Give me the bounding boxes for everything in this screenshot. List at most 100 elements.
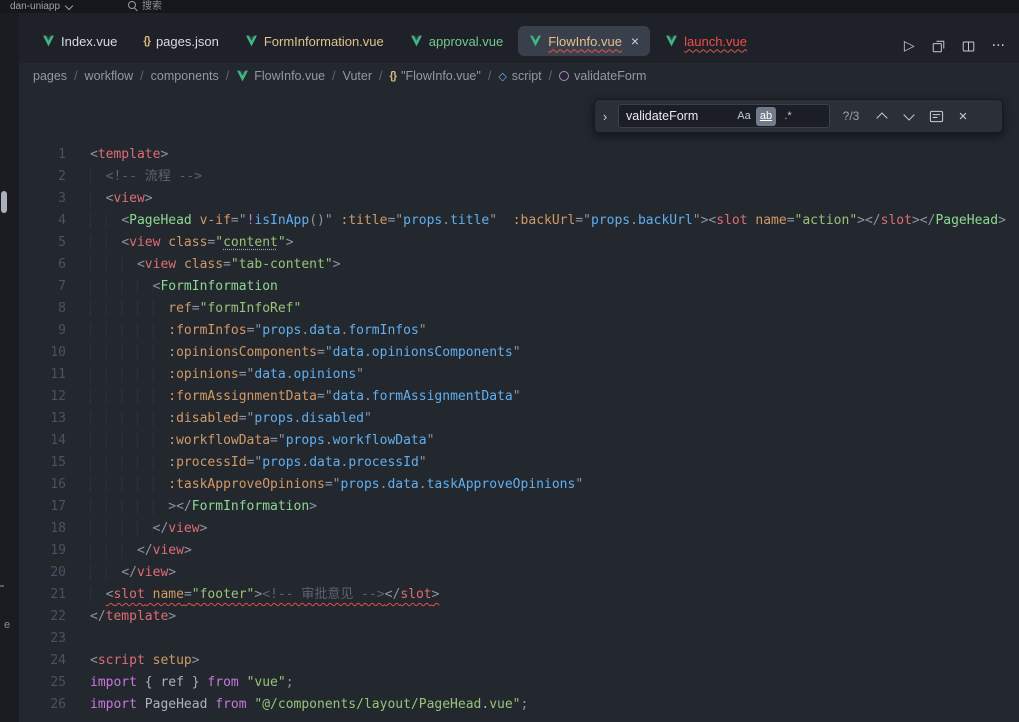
line-number[interactable]: 3: [19, 188, 66, 210]
code-line[interactable]: 14 :workflowData="props.workflowData": [19, 430, 1019, 452]
vue-icon: [665, 35, 678, 47]
code-line[interactable]: 18 </view>: [19, 518, 1019, 540]
tab-pages.json[interactable]: {}pages.json: [132, 26, 229, 56]
editor[interactable]: 1<template>2 <!-- 流程 -->3 <view>4 <PageH…: [19, 89, 1019, 722]
code-line[interactable]: 11 :opinions="data.opinions": [19, 364, 1019, 386]
breadcrumb: pages/workflow/components/FlowInfo.vue/V…: [19, 63, 1019, 89]
tab-FormInformation.vue[interactable]: FormInformation.vue: [234, 26, 395, 56]
code-line[interactable]: 1<template>: [19, 144, 1019, 166]
close-icon[interactable]: ×: [953, 106, 973, 126]
line-number[interactable]: 15: [19, 452, 66, 474]
line-number[interactable]: 6: [19, 254, 66, 276]
previous-match-button[interactable]: [872, 106, 892, 126]
code-line[interactable]: 2 <!-- 流程 -->: [19, 166, 1019, 188]
code-line[interactable]: 6 <view class="tab-content">: [19, 254, 1019, 276]
breadcrumb-item-0[interactable]: pages: [33, 69, 67, 83]
line-number[interactable]: 5: [19, 232, 66, 254]
line-number[interactable]: 4: [19, 210, 66, 232]
line-number[interactable]: 25: [19, 672, 66, 694]
code-line[interactable]: 16 :taskApproveOpinions="props.data.task…: [19, 474, 1019, 496]
line-number[interactable]: 22: [19, 606, 66, 628]
line-number[interactable]: 21: [19, 584, 66, 606]
line-number[interactable]: 10: [19, 342, 66, 364]
close-icon[interactable]: ×: [631, 34, 639, 48]
run-profile-icon[interactable]: [932, 40, 945, 53]
regex-button[interactable]: .*: [778, 107, 798, 126]
code-line[interactable]: 26import PageHead from "@/components/lay…: [19, 694, 1019, 716]
line-number[interactable]: 7: [19, 276, 66, 298]
match-case-button[interactable]: Aa: [734, 107, 754, 126]
code-line[interactable]: 13 :disabled="props.disabled": [19, 408, 1019, 430]
line-number[interactable]: 11: [19, 364, 66, 386]
breadcrumb-item-1[interactable]: workflow: [85, 69, 134, 83]
more-actions-icon[interactable]: ···: [992, 39, 1005, 53]
line-number[interactable]: 12: [19, 386, 66, 408]
whole-word-button[interactable]: ab: [756, 107, 776, 126]
code-line[interactable]: 25import { ref } from "vue";: [19, 672, 1019, 694]
breadcrumb-item-3[interactable]: FlowInfo.vue: [236, 69, 325, 83]
line-number[interactable]: 1: [19, 144, 66, 166]
search-label: 搜索: [142, 0, 162, 12]
scroll-indicator[interactable]: [1, 191, 7, 213]
code-line[interactable]: 22</template>: [19, 606, 1019, 628]
line-number[interactable]: 18: [19, 518, 66, 540]
line-number[interactable]: 2: [19, 166, 66, 188]
line-number[interactable]: 23: [19, 628, 66, 650]
breadcrumb-item-7[interactable]: validateForm: [559, 69, 646, 83]
code-line[interactable]: 17 ></FormInformation>: [19, 496, 1019, 518]
code-line[interactable]: 21 <slot name="footer"><!-- 审批意见 --></sl…: [19, 584, 1019, 606]
line-number[interactable]: 24: [19, 650, 66, 672]
toggle-replace-chevron-icon[interactable]: ›: [599, 109, 611, 124]
line-number[interactable]: 20: [19, 562, 66, 584]
code-line[interactable]: 5 <view class="content">: [19, 232, 1019, 254]
code-line[interactable]: 23: [19, 628, 1019, 650]
title-search[interactable]: 搜索: [128, 0, 162, 12]
tab-launch.vue[interactable]: launch.vue: [654, 26, 758, 56]
find-input-box[interactable]: Aa ab .*: [618, 104, 830, 128]
breadcrumb-label: Vuter: [343, 69, 372, 83]
tab-bar: Index.vue{}pages.jsonFormInformation.vue…: [31, 26, 898, 56]
breadcrumb-label: script: [512, 69, 542, 83]
line-number[interactable]: 26: [19, 694, 66, 716]
breadcrumb-item-6[interactable]: ◇script: [498, 69, 541, 83]
next-match-button[interactable]: [899, 106, 919, 126]
code-line[interactable]: 8 ref="formInfoRef": [19, 298, 1019, 320]
breadcrumb-item-5[interactable]: {}"FlowInfo.vue": [390, 69, 481, 83]
line-number[interactable]: 8: [19, 298, 66, 320]
code-line[interactable]: 20 </view>: [19, 562, 1019, 584]
code-line[interactable]: 24<script setup>: [19, 650, 1019, 672]
run-icon[interactable]: ▷: [904, 39, 915, 53]
find-in-selection-icon[interactable]: [926, 106, 946, 126]
breadcrumb-label: "FlowInfo.vue": [401, 69, 481, 83]
line-number[interactable]: 19: [19, 540, 66, 562]
tab-approval.vue[interactable]: approval.vue: [399, 26, 514, 56]
code-line[interactable]: 7 <FormInformation: [19, 276, 1019, 298]
code-area[interactable]: 1<template>2 <!-- 流程 -->3 <view>4 <PageH…: [19, 89, 1019, 716]
breadcrumb-label: FlowInfo.vue: [254, 69, 325, 83]
code-line[interactable]: 4 <PageHead v-if="!isInApp()" :title="pr…: [19, 210, 1019, 232]
line-number[interactable]: 9: [19, 320, 66, 342]
find-input[interactable]: [626, 109, 732, 123]
tab-FlowInfo.vue[interactable]: FlowInfo.vue×: [518, 26, 650, 56]
breadcrumb-label: pages: [33, 69, 67, 83]
line-number[interactable]: 17: [19, 496, 66, 518]
breadcrumb-item-2[interactable]: components: [151, 69, 219, 83]
code-line[interactable]: 15 :processId="props.data.processId": [19, 452, 1019, 474]
breadcrumb-separator: /: [226, 69, 229, 83]
line-number[interactable]: 16: [19, 474, 66, 496]
vue-icon: [42, 35, 55, 47]
code-line[interactable]: 3 <view>: [19, 188, 1019, 210]
code-line[interactable]: 19 </view>: [19, 540, 1019, 562]
editor-actions: ▷ ···: [898, 39, 1011, 53]
find-results-count: ?/3: [837, 109, 865, 123]
line-number[interactable]: 14: [19, 430, 66, 452]
split-editor-icon[interactable]: [962, 40, 975, 53]
code-line[interactable]: 10 :opinionsComponents="data.opinionsCom…: [19, 342, 1019, 364]
line-number[interactable]: 13: [19, 408, 66, 430]
app-menu[interactable]: dan-uniapp: [10, 1, 72, 12]
code-line[interactable]: 12 :formAssignmentData="data.formAssignm…: [19, 386, 1019, 408]
code-line[interactable]: 9 :formInfos="props.data.formInfos": [19, 320, 1019, 342]
breadcrumb-label: validateForm: [574, 69, 646, 83]
breadcrumb-item-4[interactable]: Vuter: [343, 69, 372, 83]
tab-Index.vue[interactable]: Index.vue: [31, 26, 128, 56]
